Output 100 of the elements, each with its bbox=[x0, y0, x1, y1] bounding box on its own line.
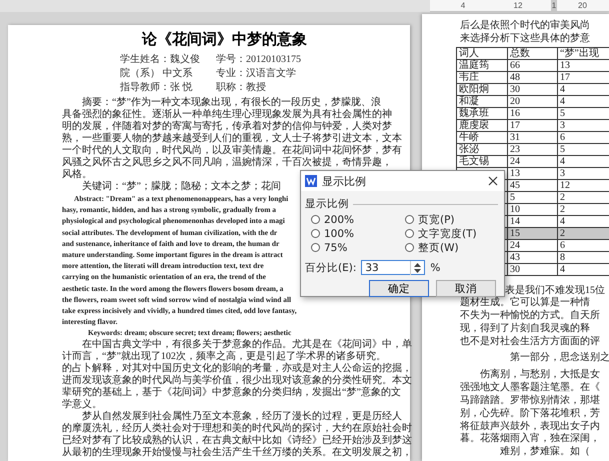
table-cell: 10 bbox=[508, 203, 558, 216]
ruler-number: 12 bbox=[514, 0, 522, 12]
ruler-number: 4 bbox=[460, 0, 466, 12]
table-cell: 45 bbox=[508, 179, 558, 192]
body-text-line: 进而发现该意象的时代风尚与美学价值，很少出现对该意象的分类性研究。本文 bbox=[62, 374, 412, 386]
radio-button[interactable] bbox=[405, 243, 414, 252]
table-cell: 毛文锡 bbox=[456, 155, 508, 168]
dialog-button[interactable]: 取消 bbox=[436, 280, 496, 297]
table-header-cell: 总数 bbox=[508, 47, 558, 60]
radio-label: 文字宽度(T) bbox=[418, 226, 477, 240]
table-cell: 2 bbox=[557, 203, 609, 216]
info-text: 院（系） 中文系 bbox=[120, 67, 194, 81]
table-cell: 5 bbox=[557, 143, 609, 156]
table-cell: 17 bbox=[557, 71, 609, 84]
table-cell: 30 bbox=[508, 83, 558, 96]
table-cell: 13 bbox=[508, 167, 558, 180]
percent-label: 百分比(E): bbox=[305, 260, 356, 274]
info-text: 学号：20120103175 bbox=[216, 53, 301, 67]
table-cell: 3 bbox=[557, 167, 609, 180]
ruler-number: 20 bbox=[578, 0, 587, 12]
abstract-line: 明的发展，伴随着对梦的寄寓与寄托，传承着对梦的信仰与钟爱，人类对梦 bbox=[62, 121, 392, 132]
body-text-line: 伤离别，与愁别，大抵是女 bbox=[479, 369, 600, 382]
table-cell: 4 bbox=[557, 215, 609, 228]
table-cell: 12 bbox=[557, 179, 609, 192]
table-cell: 17 bbox=[508, 119, 558, 132]
table-header-cell: “梦”出现 bbox=[557, 47, 609, 60]
percent-unit: % bbox=[430, 262, 440, 274]
app-logo-icon bbox=[305, 175, 317, 187]
percent-field[interactable]: 33 bbox=[361, 260, 426, 275]
ruler-number: 1 bbox=[550, 0, 558, 12]
body-text-line: 别，心先碎。阶下落花堆积，芳 bbox=[460, 408, 600, 420]
body-text-line: 已经对梦有了比较成熟的认识，在古典文献中比如《诗经》已经开始涉及到梦这 bbox=[62, 434, 412, 446]
radio-button[interactable] bbox=[405, 229, 414, 238]
radio-button[interactable] bbox=[311, 215, 320, 224]
body-text-line: 梦从自然发展到社会属性乃至文本意象，经历了漫长的过程，更是历经人 bbox=[81, 410, 402, 422]
table-cell: 韦庄 bbox=[456, 71, 508, 84]
table-cell: 4 bbox=[557, 155, 609, 168]
body-text-line: 在中国古典文学中，有很多关于梦意象的作品。尤其是在《花间词》中，单 bbox=[81, 338, 412, 350]
info-text: 职称：教授 bbox=[216, 81, 267, 95]
body-text-line: 也不是对社会生活方方面面的评 bbox=[460, 336, 600, 349]
abstract-line: 具备强烈的象征性。逐渐从一种单纯生理心理现象发展为具有社会属性的神 bbox=[62, 109, 392, 120]
radio-button[interactable] bbox=[405, 215, 414, 224]
body-text-line: 后么是依照个时代的审美风尚 bbox=[460, 20, 590, 32]
radio-label: 75% bbox=[324, 242, 348, 254]
body-text-line: 题材生成。它可以算是一种情 bbox=[460, 297, 590, 310]
body-text-line: 将征鼓声兴鼓外，表现出女子内 bbox=[460, 420, 600, 432]
abstract-line: 风格。 bbox=[62, 169, 92, 180]
dialog-button[interactable]: 确定 bbox=[369, 280, 429, 297]
table-cell: 66 bbox=[508, 59, 558, 72]
body-text-line: 学意义。 bbox=[62, 398, 102, 410]
table-cell: 6 bbox=[557, 131, 609, 144]
body-text-line: 的占卜解释，对其对中国历史文化的影响的考量，亦或是对主人公命运的挖掘， bbox=[62, 362, 412, 374]
radio-button[interactable] bbox=[311, 243, 320, 252]
table-cell: 5 bbox=[557, 107, 609, 120]
info-text: 指导教师：张 悦 bbox=[120, 81, 194, 95]
table-cell: 31 bbox=[508, 131, 558, 144]
table-cell: 和凝 bbox=[456, 95, 508, 108]
section-heading: 第一部分，思念送别之 bbox=[509, 352, 609, 364]
group-label: 显示比例 bbox=[305, 197, 349, 211]
table-cell: 温庭筠 bbox=[456, 59, 508, 72]
table-header-cell: 词人 bbox=[456, 47, 508, 60]
radio-button[interactable] bbox=[311, 229, 320, 238]
table-cell: 15 bbox=[508, 227, 558, 240]
table-cell: 14 bbox=[508, 215, 558, 228]
body-text-line: 表是我们不难发现15位 bbox=[505, 284, 605, 296]
close-icon bbox=[488, 176, 498, 186]
body-text-line: 计而言，“梦”就出现了102次，频率之高，更是引起了学术界的诸多研究。 bbox=[62, 350, 386, 362]
table-cell: 5 bbox=[508, 191, 558, 204]
keywords-line: 关键词：“梦”；朦胧；隐秘；文本之梦；花间 bbox=[81, 181, 281, 193]
info-text: 专业：汉语言文学 bbox=[216, 67, 297, 81]
abstract-line: 熟，一些重要人物的梦越来越受到人们的重视，文人士子将梦引进文本，文本 bbox=[62, 133, 402, 144]
table-cell: 24 bbox=[508, 239, 558, 252]
document-title: 论《花间词》中梦的意象 bbox=[142, 31, 308, 49]
body-text-line: 从最初的生理现象开始慢慢与社会生活产生千丝万缕的关系。在文明发展之初， bbox=[62, 446, 412, 459]
body-text-line: 现，得到了片刻自我灵魂的释 bbox=[460, 322, 590, 336]
table-cell: 23 bbox=[508, 143, 558, 156]
radio-label: 100% bbox=[324, 228, 354, 240]
table-cell: 鹿虔扆 bbox=[456, 119, 508, 132]
body-text-line: 来选择分析下这些具体的梦意 bbox=[460, 32, 590, 46]
table-cell: 欧阳炯 bbox=[456, 83, 508, 96]
body-text-line: 不失为一种愉悦的方式。自天所 bbox=[460, 310, 600, 322]
table-cell: 张泌 bbox=[456, 143, 508, 156]
dialog-title: 显示比例 bbox=[322, 174, 367, 188]
table-cell: 48 bbox=[508, 71, 558, 84]
radio-label: 200% bbox=[324, 214, 354, 226]
table-cell: 16 bbox=[508, 107, 558, 120]
body-text-line: 马蹄踏踏。罗带惊别情浓，那堪 bbox=[460, 394, 600, 408]
body-text-line: 暮。花落烟雨入宵，独在深闺， bbox=[460, 433, 600, 446]
info-text: 学生姓名：魏义俊 bbox=[120, 53, 200, 67]
table-cell: 4 bbox=[557, 95, 609, 108]
body-text-line: 强强地文人墨客题注笔墨。在《 bbox=[460, 382, 600, 394]
table-cell: 2 bbox=[557, 191, 609, 204]
abstract-line: 风骚之风怀古之风思乡之风不同凡响，温婉情深，千百次被提，奇情异趣， bbox=[62, 157, 392, 168]
table-cell: 8 bbox=[557, 251, 609, 264]
table-cell: 2 bbox=[557, 227, 609, 240]
body-text-line: 难别，梦难寐。如（ bbox=[499, 446, 590, 459]
abstract-line: 一个时代的人文取向，时代风尚，以及审美情趣。在花间词中花间怀梦，梦有 bbox=[62, 145, 402, 156]
table-cell: 20 bbox=[508, 95, 558, 108]
table-cell: 4 bbox=[557, 83, 609, 96]
body-text-line: 辈研究的基础上，基于《花间词》中梦意象的分类归纳，发掘出“梦”意象的文 bbox=[62, 386, 401, 398]
